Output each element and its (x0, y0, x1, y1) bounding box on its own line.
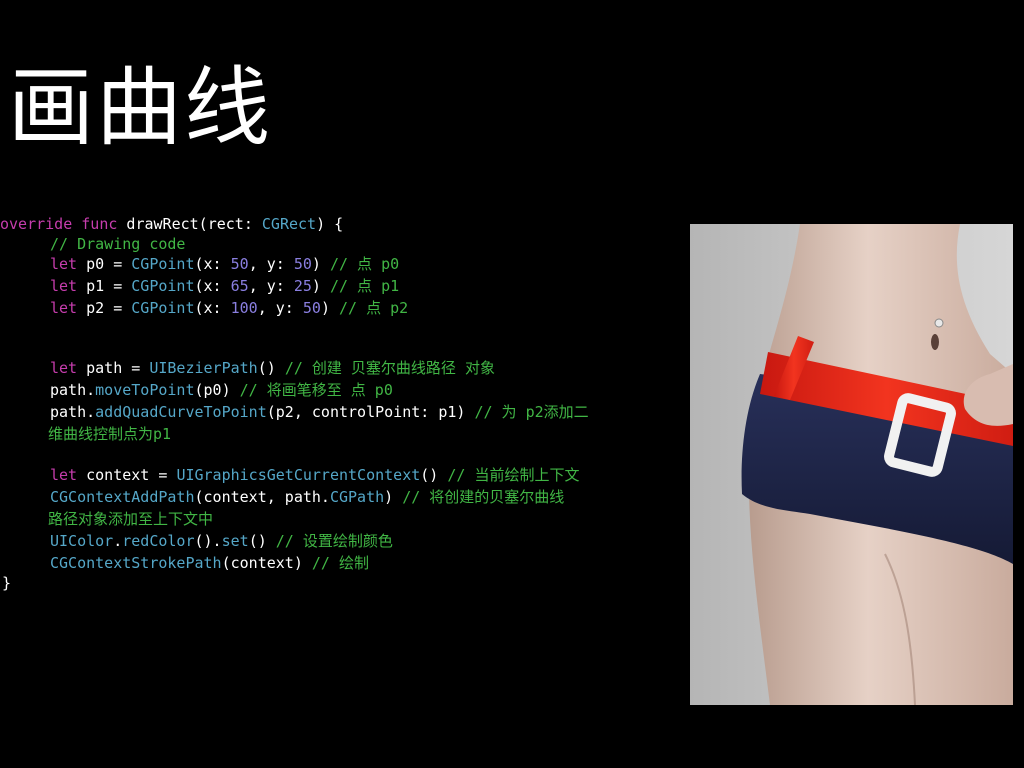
method-name: redColor (122, 532, 195, 550)
comment: // 设置绘制颜色 (275, 532, 393, 550)
code-line-path: let path = UIBezierPath() // 创建 贝塞尔曲线路径 … (50, 358, 495, 378)
code-line-add-quad-curve: path.addQuadCurveToPoint(p2, controlPoin… (50, 402, 589, 422)
number: 100 (230, 299, 258, 317)
code-text: } (2, 574, 12, 592)
type-name: CGPoint (131, 277, 195, 295)
type-name: CGRect (261, 215, 317, 233)
code-text: p1 = (77, 277, 132, 295)
keyword: func (81, 215, 118, 233)
code-text: (x: (194, 299, 231, 317)
code-line-close-brace: } (2, 573, 11, 593)
code-text: (p2, controlPoint: p1) (266, 403, 475, 421)
keyword: let (50, 255, 78, 273)
code-text: (). (194, 532, 222, 550)
comment: // 点 p2 (339, 299, 409, 317)
code-line-p2: let p2 = CGPoint(x: 100, y: 50) // 点 p2 (50, 298, 408, 318)
code-text: , y: (248, 255, 294, 273)
method-name: set (221, 532, 249, 550)
code-line-comment-wrap: 路径对象添加至上下文中 (48, 509, 213, 529)
code-text: p0 = (77, 255, 132, 273)
code-text: () (257, 359, 285, 377)
photo-illustration (690, 224, 1013, 705)
comment: // 点 p1 (329, 277, 400, 295)
code-text: path = (77, 359, 150, 377)
code-text: drawRect(rect: (117, 215, 262, 233)
code-line-context: let context = UIGraphicsGetCurrentContex… (50, 465, 579, 485)
method-name: addQuadCurveToPoint (95, 403, 267, 421)
code-line-add-path: CGContextAddPath(context, path.CGPath) /… (50, 487, 564, 507)
code-text: () (248, 532, 276, 550)
function-name: CGContextStrokePath (50, 554, 222, 572)
comment: // 创建 贝塞尔曲线路径 对象 (284, 359, 495, 377)
type-name: CGPoint (131, 299, 195, 317)
code-line-comment: // Drawing code (50, 234, 185, 254)
code-text: (x: (194, 277, 231, 295)
code-text: () (420, 466, 448, 484)
number: 50 (230, 255, 249, 273)
code-text: path. (50, 381, 96, 399)
comment: // 将创建的贝塞尔曲线 (402, 488, 565, 506)
comment: // Drawing code (50, 235, 186, 253)
navel-shape (931, 334, 939, 350)
code-text: ) { (316, 215, 344, 233)
type-name: CGPath (329, 488, 385, 506)
comment: 维曲线控制点为p1 (48, 425, 172, 443)
code-text: p2 = (77, 299, 132, 317)
code-text: , y: (257, 299, 303, 317)
type-name: UIColor (50, 532, 114, 550)
code-text: path. (50, 403, 96, 421)
keyword: let (50, 466, 78, 484)
keyword: let (50, 359, 78, 377)
comment: 路径对象添加至上下文中 (48, 510, 214, 528)
code-line-move-to-point: path.moveToPoint(p0) // 将画笔移至 点 p0 (50, 380, 393, 400)
code-text: . (113, 532, 123, 550)
photo-model-red-belt (690, 224, 1013, 705)
code-text: ) (311, 277, 330, 295)
keyword: let (50, 277, 78, 295)
code-line-comment-wrap: 维曲线控制点为p1 (48, 424, 171, 444)
code-line-stroke-path: CGContextStrokePath(context) // 绘制 (50, 553, 369, 573)
code-text: (context) (221, 554, 312, 572)
comment: // 当前绘制上下文 (447, 466, 580, 484)
number: 65 (230, 277, 249, 295)
code-text: ) (320, 299, 339, 317)
comment: // 为 p2添加二 (474, 403, 589, 421)
keyword: override (0, 215, 73, 233)
code-text: ) (311, 255, 330, 273)
piercing-shape (934, 318, 944, 328)
comment: // 绘制 (311, 554, 369, 572)
code-text: , y: (248, 277, 294, 295)
function-name: UIGraphicsGetCurrentContext (176, 466, 421, 484)
code-text: (context, path. (194, 488, 330, 506)
code-line-func-signature: override func drawRect(rect: CGRect) { (0, 214, 343, 234)
comment: // 点 p0 (329, 255, 400, 273)
number: 50 (293, 255, 312, 273)
code-line-p0: let p0 = CGPoint(x: 50, y: 50) // 点 p0 (50, 254, 399, 274)
code-text: context = (77, 466, 177, 484)
keyword: let (50, 299, 78, 317)
slide-title: 画曲线 (8, 58, 272, 158)
function-name: CGContextAddPath (50, 488, 195, 506)
code-text: (p0) (194, 381, 240, 399)
comment: // 将画笔移至 点 p0 (239, 381, 393, 399)
number: 50 (302, 299, 321, 317)
code-line-p1: let p1 = CGPoint(x: 65, y: 25) // 点 p1 (50, 276, 399, 296)
number: 25 (293, 277, 312, 295)
code-text: ) (384, 488, 403, 506)
code-text: (x: (194, 255, 231, 273)
type-name: UIBezierPath (149, 359, 258, 377)
method-name: moveToPoint (95, 381, 195, 399)
type-name: CGPoint (131, 255, 195, 273)
code-line-set-color: UIColor.redColor().set() // 设置绘制颜色 (50, 531, 393, 551)
